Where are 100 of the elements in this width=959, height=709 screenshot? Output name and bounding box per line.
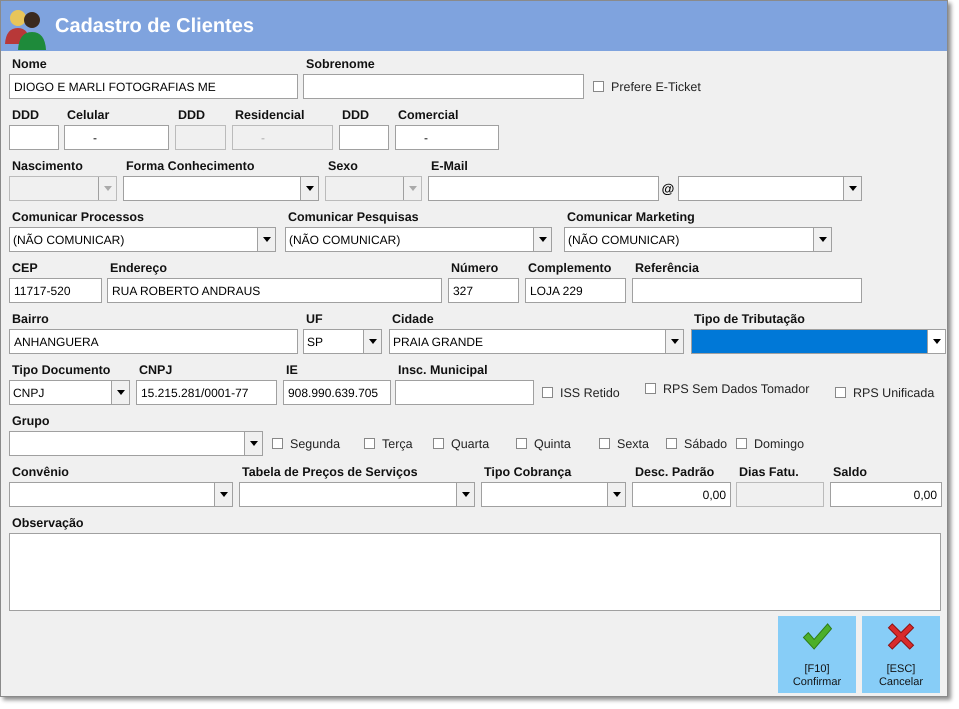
field-label: DDD [341,107,370,124]
field-label: Cidade [391,311,434,328]
checkbox[interactable] [364,438,375,449]
checkbox-label: Segunda [290,436,340,450]
checkbox[interactable] [645,383,656,394]
field-label: Nascimento [11,158,83,175]
field-label: Saldo [832,464,868,481]
caret-icon [250,441,258,446]
caret-icon [612,492,620,497]
caret-icon [462,492,470,497]
text-field[interactable]: RUA ROBERTO ANDRAUS [107,278,442,303]
checkbox-label: Domingo [754,436,804,450]
checkbox-label: Sexta [617,436,649,450]
checkbox-label: Sábado [684,436,728,450]
checkbox[interactable] [516,438,527,449]
field-label: Tabela de Preços de Serviços [241,464,418,481]
text-field[interactable] [303,74,584,99]
text-field[interactable]: - [395,125,499,150]
text-field[interactable]: ANHANGUERA [9,329,298,354]
dropdown[interactable]: PRAIA GRANDE [389,329,684,354]
at-sign: @ [662,181,674,196]
checkbox[interactable] [736,438,747,449]
dropdown[interactable] [9,482,233,507]
caret-icon [104,186,112,191]
field-label: E-Mail [430,158,468,175]
field-label: Tipo de Tributação [693,311,805,328]
field-label: Tipo Cobrança [483,464,572,481]
checkbox[interactable] [593,81,604,92]
text-field[interactable]: 0,00 [632,482,731,507]
text-field[interactable]: 15.215.281/0001-77 [136,380,277,405]
caret-icon [932,339,940,344]
field-label: Comunicar Pesquisas [287,209,419,226]
field-label: Comunicar Processos [11,209,144,226]
dropdown[interactable] [239,482,475,507]
field-label: Grupo [11,413,50,430]
field-label: Comunicar Marketing [566,209,695,226]
caret-icon [538,237,546,242]
checkbox-label: Quinta [534,436,571,450]
field-label: Dias Fatu. [738,464,799,481]
caret-icon [220,492,228,497]
caret-icon [848,186,856,191]
dropdown[interactable] [9,431,263,456]
field-label: UF [305,311,323,328]
caret-icon [116,390,124,395]
dropdown[interactable] [691,329,946,354]
text-field[interactable]: 11717-520 [9,278,102,303]
field-label: Tipo Documento [11,362,110,379]
field-label: DDD [11,107,40,124]
checkbox-label: Terça [382,436,413,450]
text-field[interactable] [632,278,862,303]
field-label: Sexo [327,158,358,175]
text-field[interactable]: DIOGO E MARLI FOTOGRAFIAS ME [9,74,298,99]
confirm-button[interactable]: [F10] Confirmar [778,616,856,693]
cancel-button[interactable]: [ESC] Cancelar [862,616,940,693]
checkbox[interactable] [272,438,283,449]
field-label: Número [450,260,498,277]
field-label: IE [285,362,298,379]
checkbox-label: Prefere E-Ticket [611,80,701,94]
dropdown[interactable] [123,176,319,201]
dropdown[interactable]: SP [303,329,382,354]
field-label: Desc. Padrão [634,464,714,481]
checkbox[interactable] [599,438,610,449]
field-label: Nome [11,56,47,73]
dropdown[interactable]: (NÃO COMUNICAR) [285,227,552,252]
checkbox[interactable] [666,438,677,449]
field-label: Observação [11,515,84,532]
caret-icon [262,237,270,242]
caret-icon [368,339,376,344]
field-label: Sobrenome [305,56,375,73]
field-label: Insc. Municipal [397,362,488,379]
dropdown[interactable]: (NÃO COMUNICAR) [564,227,832,252]
text-area[interactable] [9,533,941,611]
dropdown[interactable]: CNPJ [9,380,130,405]
text-field[interactable]: LOJA 229 [525,278,626,303]
checkbox-label: Quarta [451,436,490,450]
text-field[interactable]: 327 [448,278,519,303]
text-field[interactable]: 0,00 [830,482,942,507]
checkmark-icon [801,622,833,651]
dropdown[interactable] [678,176,862,201]
dropdown[interactable] [481,482,626,507]
text-field[interactable]: 908.990.639.705 [283,380,391,405]
text-field[interactable] [428,176,659,201]
field-label: Endereço [109,260,167,277]
caret-icon [670,339,678,344]
caret-icon [408,186,416,191]
dropdown[interactable]: (NÃO COMUNICAR) [9,227,276,252]
checkbox[interactable] [433,438,444,449]
checkbox[interactable] [542,387,553,398]
window-title: Cadastro de Clientes [55,14,254,38]
field-label: CEP [11,260,38,277]
field-label: Celular [66,107,110,124]
field-label: CNPJ [138,362,172,379]
checkbox[interactable] [835,387,846,398]
field-label: Bairro [11,311,49,328]
field-label: Forma Conhecimento [125,158,254,175]
field-label: DDD [177,107,206,124]
text-field[interactable] [339,125,389,150]
text-field[interactable]: - [64,125,169,150]
text-field[interactable] [395,380,534,405]
text-field[interactable] [9,125,59,150]
